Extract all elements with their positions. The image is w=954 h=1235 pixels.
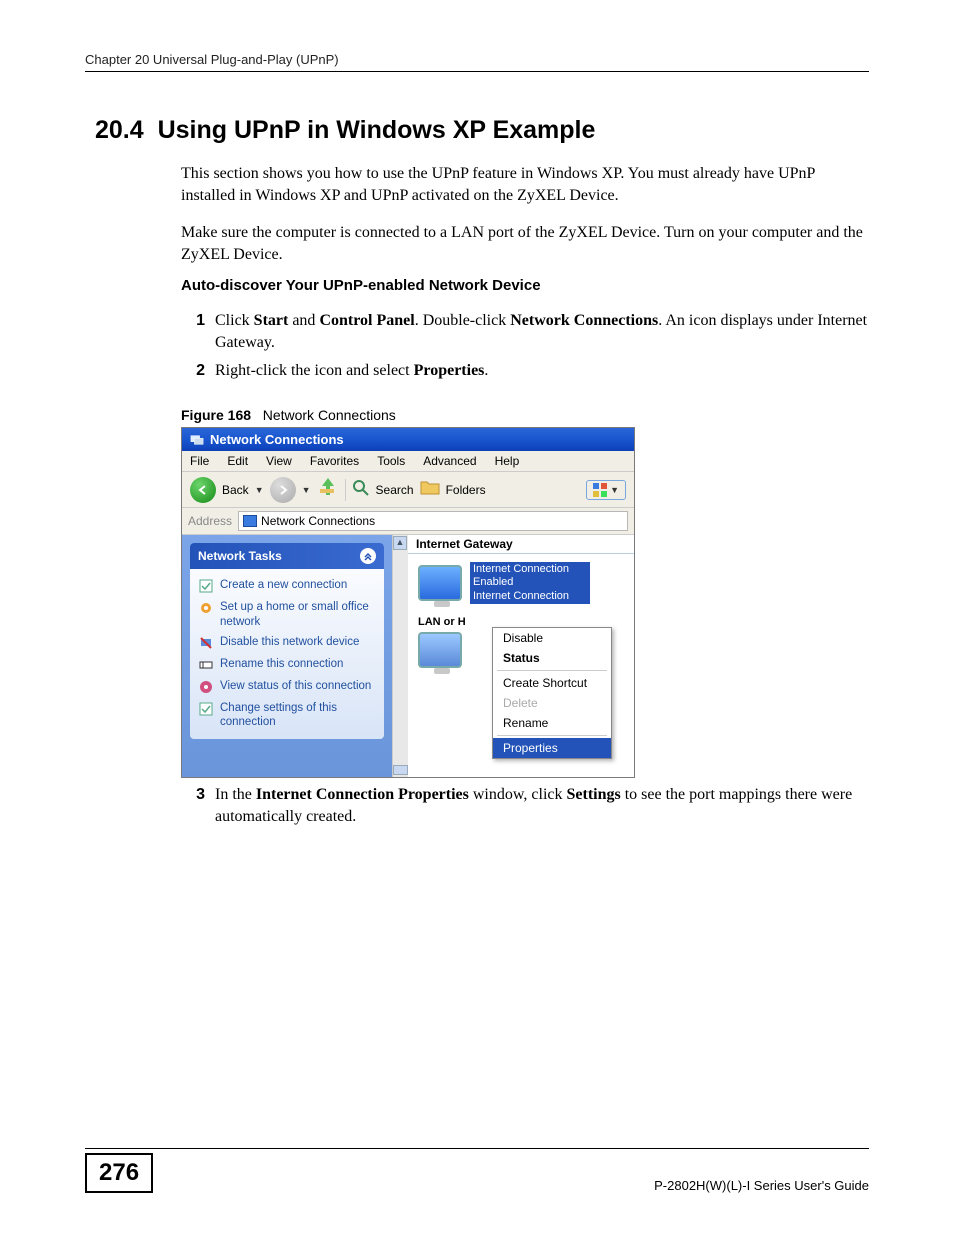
address-bar: Address Network Connections	[182, 508, 634, 535]
folders-icon	[420, 478, 440, 501]
address-label: Address	[188, 514, 232, 528]
address-icon	[243, 515, 257, 527]
address-value: Network Connections	[261, 514, 375, 528]
search-icon	[352, 479, 370, 500]
sidebar: Network Tasks Create a new connection Se	[182, 535, 392, 777]
tasks-header[interactable]: Network Tasks	[190, 543, 384, 569]
figure-label: Figure 168 Network Connections	[181, 407, 869, 423]
step-2: 2 Right-click the icon and select Proper…	[181, 360, 869, 382]
forward-dropdown-icon[interactable]: ▼	[302, 485, 311, 495]
section-heading: 20.4 Using UPnP in Windows XP Example	[95, 116, 869, 145]
ctx-properties[interactable]: Properties	[493, 738, 611, 758]
menu-tools[interactable]: Tools	[377, 454, 405, 468]
footer: 276 P-2802H(W)(L)-I Series User's Guide	[85, 1148, 869, 1193]
task-view-status[interactable]: View status of this connection	[198, 676, 376, 698]
views-dropdown-icon: ▼	[610, 485, 619, 495]
group-lan: LAN or H	[418, 616, 466, 628]
step-number: 1	[181, 310, 205, 332]
menu-help[interactable]: Help	[495, 454, 520, 468]
ctx-status[interactable]: Status	[493, 648, 611, 668]
lan-icon	[418, 632, 462, 668]
window-title: Network Connections	[210, 432, 344, 447]
connection-icon	[418, 565, 462, 601]
step-number: 3	[181, 784, 205, 806]
back-button[interactable]	[190, 477, 216, 503]
menu-file[interactable]: File	[190, 454, 209, 468]
menu-view[interactable]: View	[266, 454, 292, 468]
menu-favorites[interactable]: Favorites	[310, 454, 359, 468]
task-disable-device[interactable]: Disable this network device	[198, 632, 376, 654]
task-change-settings[interactable]: Change settings of this connection	[198, 698, 376, 733]
collapse-icon[interactable]	[360, 548, 376, 564]
views-icon	[593, 483, 607, 497]
settings-icon	[198, 701, 214, 717]
status-icon	[198, 679, 214, 695]
forward-button[interactable]	[270, 477, 296, 503]
network-setup-icon	[198, 600, 214, 616]
toolbar: Back ▼ ▼ Search Folders ▼	[182, 472, 634, 508]
step-3: 3 In the Internet Connection Properties …	[181, 784, 869, 827]
scroll-handle-icon[interactable]	[393, 765, 408, 775]
ctx-separator	[497, 670, 607, 671]
ctx-disable[interactable]: Disable	[493, 628, 611, 648]
wizard-icon	[198, 578, 214, 594]
ctx-delete: Delete	[493, 693, 611, 713]
body-para-1: This section shows you how to use the UP…	[181, 163, 869, 206]
sub-heading: Auto-discover Your UPnP-enabled Network …	[181, 277, 869, 294]
views-button[interactable]: ▼	[586, 480, 626, 500]
search-button[interactable]: Search	[376, 483, 414, 497]
titlebar: Network Connections	[182, 428, 634, 451]
internet-connection-item[interactable]: Internet Connection Enabled Internet Con…	[408, 554, 634, 612]
back-label[interactable]: Back	[222, 483, 249, 497]
ctx-create-shortcut[interactable]: Create Shortcut	[493, 673, 611, 693]
group-internet-gateway: Internet Gateway	[408, 535, 634, 554]
task-setup-network[interactable]: Set up a home or small office network	[198, 597, 376, 632]
address-field[interactable]: Network Connections	[238, 511, 628, 531]
connection-label: Internet Connection Enabled Internet Con…	[470, 562, 590, 604]
folders-button[interactable]: Folders	[446, 483, 486, 497]
xp-window: Network Connections File Edit View Favor…	[181, 427, 635, 778]
ctx-rename[interactable]: Rename	[493, 713, 611, 733]
guide-name: P-2802H(W)(L)-I Series User's Guide	[654, 1178, 869, 1193]
task-create-connection[interactable]: Create a new connection	[198, 575, 376, 597]
scroll-up-icon[interactable]: ▲	[393, 536, 407, 550]
scrollbar[interactable]: ▲	[392, 535, 408, 777]
menu-advanced[interactable]: Advanced	[423, 454, 476, 468]
section-title: Using UPnP in Windows XP Example	[158, 116, 596, 144]
menubar: File Edit View Favorites Tools Advanced …	[182, 451, 634, 472]
page-number: 276	[85, 1153, 153, 1193]
back-dropdown-icon[interactable]: ▼	[255, 485, 264, 495]
disable-icon	[198, 635, 214, 651]
step-number: 2	[181, 360, 205, 382]
main-area: Internet Gateway Internet Connection Ena…	[408, 535, 634, 777]
chapter-header: Chapter 20 Universal Plug-and-Play (UPnP…	[85, 52, 869, 72]
rename-icon	[198, 657, 214, 673]
menu-edit[interactable]: Edit	[227, 454, 248, 468]
up-button[interactable]	[317, 476, 339, 503]
window-icon	[190, 433, 204, 447]
body-para-2: Make sure the computer is connected to a…	[181, 222, 869, 265]
task-rename-connection[interactable]: Rename this connection	[198, 654, 376, 676]
context-menu: Disable Status Create Shortcut Delete Re…	[492, 627, 612, 759]
section-number: 20.4	[95, 116, 144, 144]
step-1: 1 Click Start and Control Panel. Double-…	[181, 310, 869, 353]
ctx-separator	[497, 735, 607, 736]
